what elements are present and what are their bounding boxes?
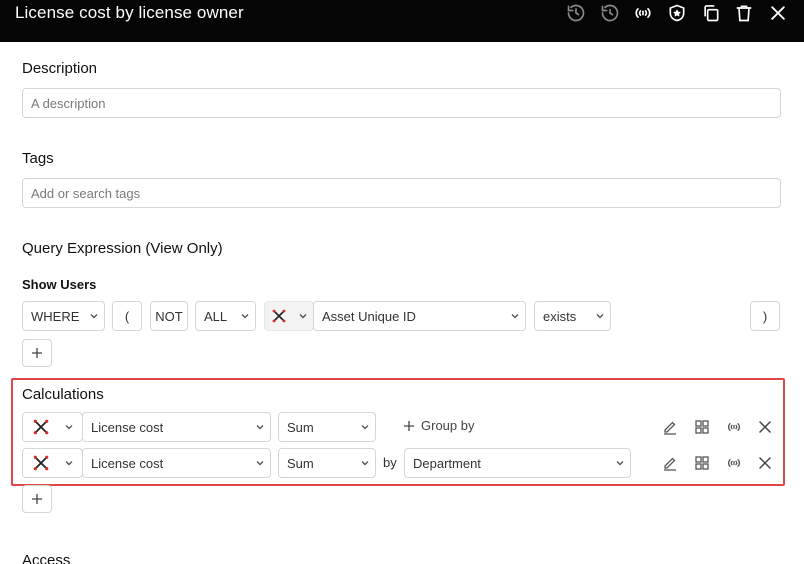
trash-icon[interactable] xyxy=(733,2,755,24)
calc-field-select[interactable]: License cost xyxy=(82,412,271,442)
group-field-select[interactable]: Department xyxy=(404,448,631,478)
calc-adapter-select[interactable] xyxy=(22,448,83,478)
shield-star-icon[interactable] xyxy=(666,2,688,24)
plus-icon xyxy=(32,494,42,504)
close-paren-toggle[interactable]: ) xyxy=(750,301,780,331)
adapter-cross-icon xyxy=(265,309,294,323)
chevron-down-icon xyxy=(250,422,270,432)
field-value: Asset Unique ID xyxy=(322,308,416,324)
edit-icon[interactable] xyxy=(660,417,680,437)
not-label: NOT xyxy=(155,308,183,324)
restore-history-icon[interactable] xyxy=(599,2,621,24)
adapter-select[interactable] xyxy=(264,301,314,331)
tags-input[interactable] xyxy=(22,178,781,208)
query-entity-label: Show Users xyxy=(22,277,97,292)
access-label: Access xyxy=(22,552,71,564)
broadcast-icon[interactable] xyxy=(724,417,744,437)
grid-icon[interactable] xyxy=(692,417,712,437)
where-value: WHERE xyxy=(31,308,80,324)
description-input[interactable] xyxy=(22,88,781,118)
calc-aggregation-select[interactable]: Sum xyxy=(278,448,376,478)
chevron-down-icon xyxy=(59,422,79,432)
remove-row-icon[interactable] xyxy=(755,453,775,473)
plus-icon xyxy=(32,348,42,358)
plus-icon xyxy=(404,420,414,431)
calc-aggregation-select[interactable]: Sum xyxy=(278,412,376,442)
where-select[interactable]: WHERE xyxy=(22,301,105,331)
chevron-down-icon xyxy=(84,311,104,321)
history-icon[interactable] xyxy=(565,2,587,24)
chevron-down-icon xyxy=(59,458,79,468)
chevron-down-icon xyxy=(505,311,525,321)
chevron-down-icon xyxy=(355,422,375,432)
all-select[interactable]: ALL xyxy=(195,301,256,331)
adapter-cross-icon xyxy=(23,419,59,435)
operator-select[interactable]: exists xyxy=(534,301,611,331)
chevron-down-icon xyxy=(294,311,313,321)
operator-value: exists xyxy=(543,308,577,324)
query-expression-label: Query Expression (View Only) xyxy=(22,240,223,257)
by-label: by xyxy=(383,455,397,470)
chevron-down-icon xyxy=(355,458,375,468)
calc-adapter-select[interactable] xyxy=(22,412,83,442)
broadcast-icon[interactable] xyxy=(724,453,744,473)
remove-row-icon[interactable] xyxy=(755,417,775,437)
group-by-button[interactable]: Group by xyxy=(403,418,474,433)
chevron-down-icon xyxy=(235,311,255,321)
calculations-label: Calculations xyxy=(22,386,104,403)
add-query-row-button[interactable] xyxy=(22,339,52,367)
close-icon[interactable] xyxy=(767,2,789,24)
calc-field-value: License cost xyxy=(91,419,164,435)
field-select[interactable]: Asset Unique ID xyxy=(313,301,526,331)
group-field-value: Department xyxy=(413,455,481,471)
tags-label: Tags xyxy=(22,150,54,167)
adapter-cross-icon xyxy=(23,455,59,471)
chevron-down-icon xyxy=(590,311,610,321)
chevron-down-icon xyxy=(610,458,630,468)
edit-icon[interactable] xyxy=(660,453,680,473)
calc-aggregation-value: Sum xyxy=(287,455,314,471)
group-by-label: Group by xyxy=(421,418,475,433)
calc-aggregation-value: Sum xyxy=(287,419,314,435)
close-paren-label: ) xyxy=(762,308,768,324)
open-paren-label: ( xyxy=(124,308,130,324)
window-title: License cost by license owner xyxy=(15,3,244,22)
grid-icon[interactable] xyxy=(692,453,712,473)
not-toggle[interactable]: NOT xyxy=(150,301,188,331)
title-bar: License cost by license owner xyxy=(0,0,804,42)
description-label: Description xyxy=(22,60,98,77)
copy-icon[interactable] xyxy=(700,2,722,24)
calc-field-select[interactable]: License cost xyxy=(82,448,271,478)
add-calculation-button[interactable] xyxy=(22,485,52,513)
open-paren-toggle[interactable]: ( xyxy=(112,301,142,331)
all-value: ALL xyxy=(204,308,228,324)
chevron-down-icon xyxy=(250,458,270,468)
calc-field-value: License cost xyxy=(91,455,164,471)
broadcast-icon[interactable] xyxy=(632,2,654,24)
